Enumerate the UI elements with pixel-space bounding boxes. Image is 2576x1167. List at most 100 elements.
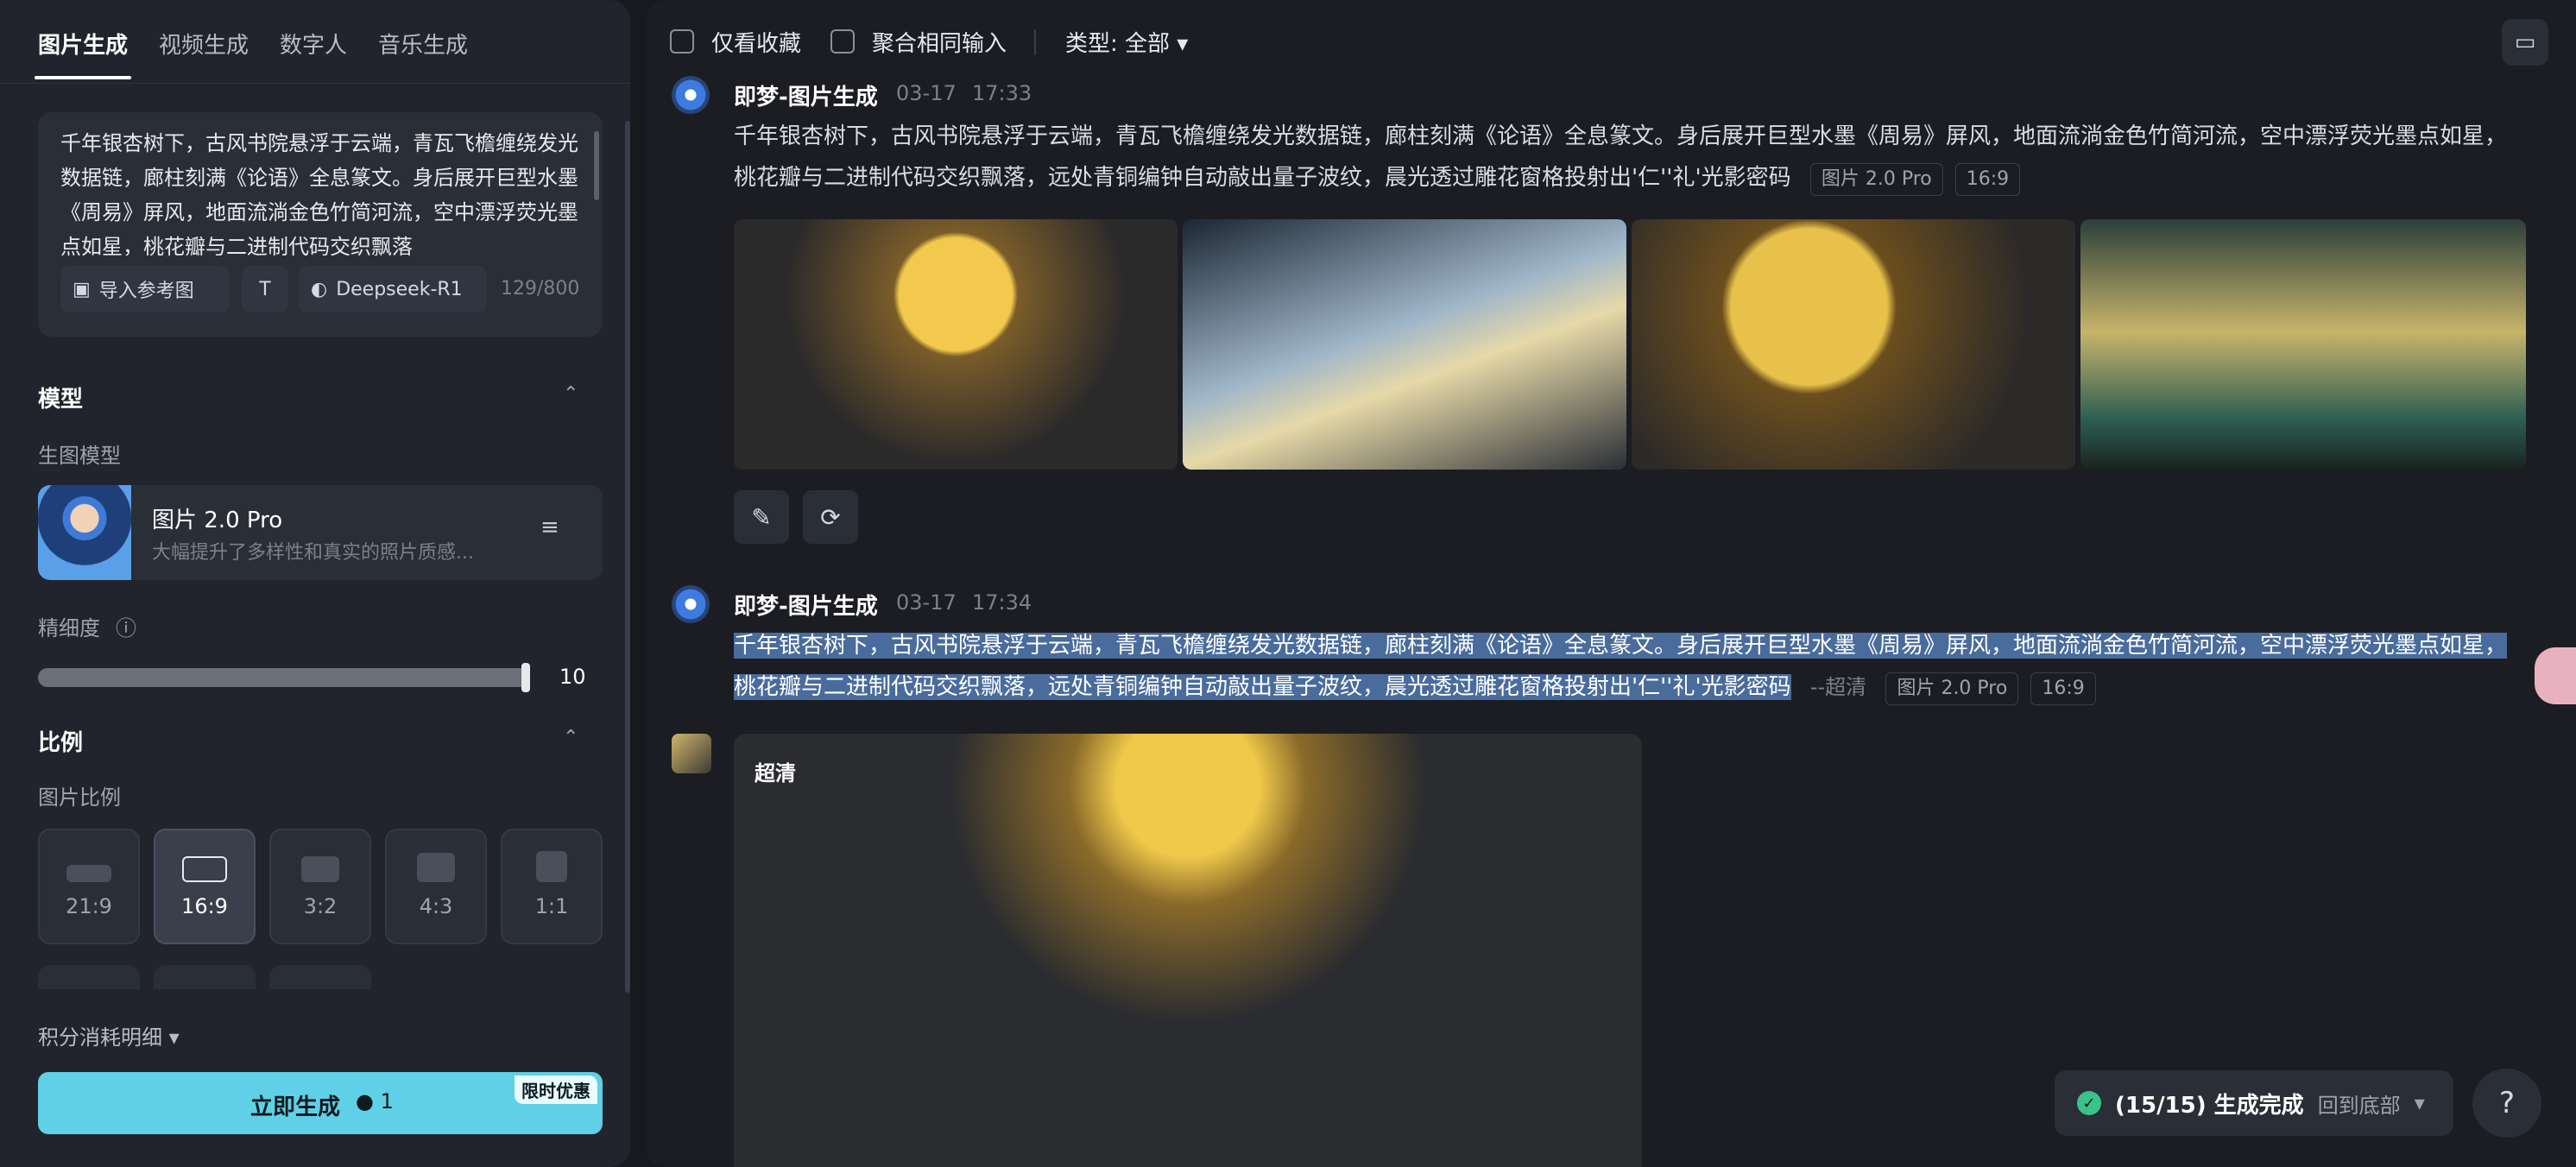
help-icon: ? bbox=[2498, 1086, 2516, 1120]
ratio-label: 1:1 bbox=[534, 894, 569, 918]
fav-only-label: 仅看收藏 bbox=[711, 31, 802, 57]
jimeng-logo-icon bbox=[672, 585, 710, 623]
cost-label: 积分消耗明细 bbox=[38, 1025, 162, 1050]
merge-input-checkbox[interactable] bbox=[830, 29, 855, 54]
side-widget[interactable] bbox=[2535, 647, 2576, 704]
generated-image-3[interactable] bbox=[1632, 219, 2075, 470]
edit-button[interactable]: ✎ bbox=[734, 490, 789, 544]
generated-image-2[interactable] bbox=[1183, 219, 1626, 470]
model-chip: 图片 2.0 Pro bbox=[1809, 163, 1943, 196]
ratio-option-3-2[interactable]: 3:2 bbox=[269, 829, 371, 944]
info-icon[interactable]: ⓘ bbox=[116, 611, 136, 641]
text-tool-icon: T bbox=[259, 278, 271, 300]
generated-image-1[interactable] bbox=[734, 219, 1178, 470]
generate-credit: ● 1 bbox=[356, 1089, 394, 1113]
model-collapse-chevron-icon[interactable]: ⌃ bbox=[563, 383, 578, 405]
upscale-label: 超清 bbox=[754, 761, 796, 785]
tabs-divider bbox=[0, 83, 630, 84]
whale-icon: ◐ bbox=[311, 278, 328, 300]
ratio-label: 4:3 bbox=[419, 894, 453, 918]
regenerate-button[interactable]: ⟳ bbox=[803, 490, 858, 544]
ratio-label: 16:9 bbox=[181, 894, 228, 918]
upscale-source-thumbnail[interactable] bbox=[672, 734, 711, 773]
credit-value: 1 bbox=[380, 1089, 394, 1113]
ratio-1-1-icon bbox=[536, 851, 567, 882]
ratio-option-21-9[interactable]: 21:9 bbox=[38, 829, 140, 944]
message-date: 03-17 bbox=[896, 81, 957, 105]
generate-label: 立即生成 bbox=[250, 1094, 341, 1120]
help-button[interactable]: ? bbox=[2472, 1069, 2541, 1138]
message-prompt-selected: 千年银杏树下，古风书院悬浮于云端，青瓦飞檐缠绕发光数据链，廊柱刻满《论语》全息篆… bbox=[734, 625, 2576, 708]
ratio-option-16-9[interactable]: 16:9 bbox=[154, 829, 256, 944]
back-to-bottom-link[interactable]: 回到底部 bbox=[2318, 1088, 2401, 1119]
left-panel-scrollbar[interactable] bbox=[625, 121, 630, 993]
tab-image-gen[interactable]: 图片生成 bbox=[35, 22, 131, 65]
merge-input-label: 聚合相同输入 bbox=[872, 31, 1007, 57]
tab-video-gen[interactable]: 视频生成 bbox=[155, 22, 252, 65]
upscaled-image[interactable] bbox=[734, 734, 1642, 1167]
precision-slider-thumb[interactable] bbox=[521, 663, 530, 692]
toast-text: (15/15) 生成完成 bbox=[2115, 1092, 2304, 1119]
model-name: 图片 2.0 Pro bbox=[152, 508, 283, 533]
message-time: 17:34 bbox=[972, 590, 1032, 615]
selected-text: 千年银杏树下，古风书院悬浮于云端，青瓦飞檐缠绕发光数据链，廊柱刻满《论语》全息篆… bbox=[734, 633, 2508, 659]
ratio-option-4-3[interactable]: 4:3 bbox=[385, 829, 487, 944]
promo-badge: 限时优惠 bbox=[515, 1076, 597, 1104]
prompt-textarea[interactable]: 千年银杏树下，古风书院悬浮于云端，青瓦飞檐缠绕发光数据链，廊柱刻满《论语》全息篆… bbox=[60, 126, 578, 255]
char-count: 129/800 bbox=[501, 278, 580, 300]
model-thumbnail bbox=[38, 485, 131, 580]
tab-digital-human[interactable]: 数字人 bbox=[276, 22, 350, 65]
deepseek-label: Deepseek-R1 bbox=[336, 278, 463, 300]
import-ref-button[interactable]: ▣ 导入参考图 bbox=[60, 266, 230, 312]
precision-value: 10 bbox=[559, 665, 586, 689]
model-settings-icon[interactable]: ≡ bbox=[540, 514, 575, 549]
ratio-label: 3:2 bbox=[303, 894, 338, 918]
message-time: 17:33 bbox=[972, 81, 1032, 105]
active-tab-underline bbox=[35, 76, 131, 79]
cost-details-toggle[interactable]: 积分消耗明细 ▾ bbox=[38, 1020, 180, 1050]
ratio-subtitle: 图片比例 bbox=[38, 785, 121, 810]
precision-slider-track[interactable] bbox=[38, 668, 530, 687]
ratio-option-row2-1[interactable] bbox=[38, 965, 140, 989]
fav-only-checkbox[interactable] bbox=[670, 29, 694, 54]
message-prompt: 千年银杏树下，古风书院悬浮于云端，青瓦飞檐缠绕发光数据链，廊柱刻满《论语》全息篆… bbox=[734, 116, 2576, 199]
ratio-4-3-icon bbox=[417, 853, 455, 882]
folder-icon: ▭ bbox=[2514, 29, 2536, 55]
ratio-collapse-chevron-icon[interactable]: ⌃ bbox=[563, 727, 578, 748]
tab-music-gen[interactable]: 音乐生成 bbox=[375, 22, 471, 65]
ratio-option-1-1[interactable]: 1:1 bbox=[501, 829, 603, 944]
message-date: 03-17 bbox=[896, 590, 957, 615]
ratio-option-row2-2[interactable] bbox=[154, 965, 256, 989]
quality-suffix: --超清 bbox=[1809, 675, 1867, 699]
message-prompt-text2: 桃花瓣与二进制代码交织飘落，远处青铜编钟自动敲出量子波纹，晨光透过雕花窗格投射出… bbox=[734, 165, 1791, 191]
message-sender: 即梦-图片生成 bbox=[734, 85, 878, 110]
prompt-scrollbar[interactable] bbox=[594, 131, 599, 200]
folder-button[interactable]: ▭ bbox=[2502, 19, 2548, 66]
text-tool-button[interactable]: T bbox=[242, 266, 288, 312]
message-prompt-line2: 桃花瓣与二进制代码交织飘落，远处青铜编钟自动敲出量子波纹，晨光透过雕花窗格投射出… bbox=[734, 666, 2576, 708]
message-prompt-line1: 千年银杏树下，古风书院悬浮于云端，青瓦飞檐缠绕发光数据链，廊柱刻满《论语》全息篆… bbox=[734, 123, 2508, 149]
chevron-down-icon: ▾ bbox=[168, 1025, 180, 1050]
model-chip: 图片 2.0 Pro bbox=[1885, 672, 2019, 705]
generated-image-4[interactable] bbox=[2080, 219, 2526, 470]
type-filter-dropdown[interactable]: 类型: 全部 ▾ bbox=[1065, 26, 1188, 58]
import-ref-label: 导入参考图 bbox=[98, 281, 194, 302]
ratio-section-title: 比例 bbox=[38, 730, 84, 756]
regenerate-icon: ⟳ bbox=[820, 502, 841, 532]
deepseek-button[interactable]: ◐ Deepseek-R1 bbox=[299, 266, 487, 312]
ratio-chip: 16:9 bbox=[1954, 163, 2021, 196]
ratio-label: 21:9 bbox=[66, 894, 112, 918]
credit-icon: ● bbox=[356, 1089, 374, 1113]
chevron-down-icon: ▾ bbox=[1177, 31, 1189, 57]
model-subtitle: 生图模型 bbox=[38, 444, 121, 468]
ratio-option-row2-3[interactable] bbox=[269, 965, 371, 989]
chevron-down-icon: ▾ bbox=[2414, 1091, 2425, 1115]
type-filter-label: 类型: 全部 bbox=[1065, 31, 1171, 57]
ratio-21-9-icon bbox=[66, 865, 111, 882]
top-tabs: 图片生成 视频生成 数字人 音乐生成 bbox=[35, 19, 471, 67]
status-toast[interactable]: ✓ (15/15) 生成完成 回到底部 ▾ bbox=[2055, 1070, 2453, 1136]
toolbar-divider bbox=[1034, 29, 1036, 55]
check-icon: ✓ bbox=[2077, 1091, 2101, 1115]
message-prompt-line1: 千年银杏树下，古风书院悬浮于云端，青瓦飞檐缠绕发光数据链，廊柱刻满《论语》全息篆… bbox=[734, 625, 2576, 666]
ratio-16-9-icon bbox=[182, 856, 227, 882]
